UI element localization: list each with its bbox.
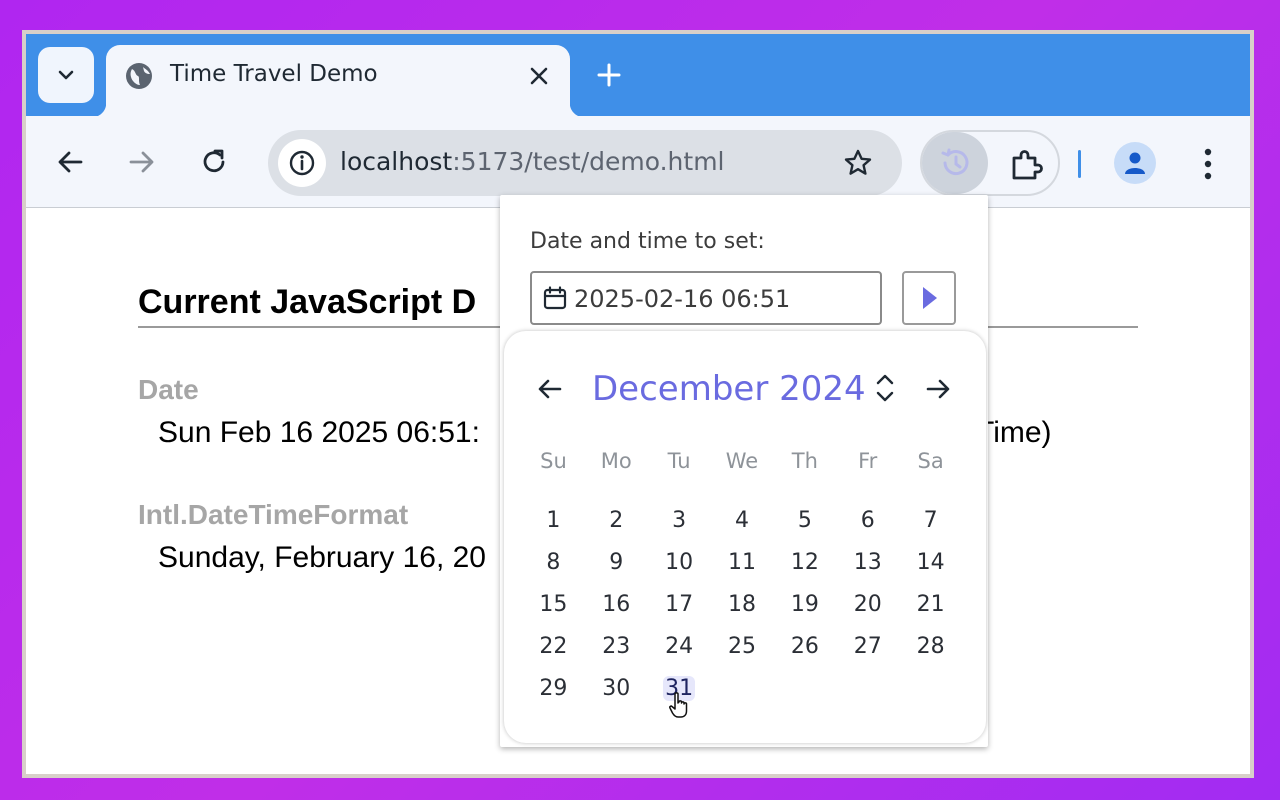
arrow-right-icon	[129, 151, 154, 173]
calendar-day[interactable]: 18	[711, 589, 774, 621]
url-host: localhost	[340, 147, 453, 176]
calendar-day[interactable]: 21	[899, 589, 962, 621]
calendar-day[interactable]: 7	[899, 505, 962, 537]
arrow-right-icon[interactable]	[924, 375, 952, 403]
calendar-day-empty	[773, 673, 836, 705]
profile-button[interactable]	[1114, 142, 1156, 184]
reload-button[interactable]	[194, 142, 234, 182]
arrow-left-icon	[58, 151, 83, 173]
calendar-day-empty	[711, 673, 774, 705]
calendar-day[interactable]: 14	[899, 547, 962, 579]
calendar-day[interactable]: 26	[773, 631, 836, 663]
back-button[interactable]	[50, 142, 90, 182]
time-travel-extension-button[interactable]	[922, 132, 988, 194]
star-icon[interactable]	[842, 147, 874, 179]
calendar-day[interactable]: 5	[773, 505, 836, 537]
clock-history-icon	[941, 148, 969, 176]
calendar-day[interactable]: 13	[836, 547, 899, 579]
calendar-day[interactable]: 27	[836, 631, 899, 663]
weekday-label: Su	[540, 449, 567, 473]
calendar-day[interactable]: 4	[711, 505, 774, 537]
calendar-day[interactable]: 16	[585, 589, 648, 621]
weekday-label: Th	[791, 449, 818, 473]
play-icon	[923, 287, 937, 309]
calendar-day[interactable]: 10	[648, 547, 711, 579]
calendar-picker: December 2024 Su Mo Tu We Th Fr Sa 1 2 3…	[504, 331, 986, 743]
browser-window: Time Travel Demo localhost:5173/test/dem…	[22, 30, 1254, 778]
calendar-day[interactable]: 2	[585, 505, 648, 537]
popup-label: Date and time to set:	[530, 229, 765, 254]
person-icon	[1125, 152, 1145, 174]
tab-active[interactable]: Time Travel Demo	[92, 45, 584, 117]
calendar-day[interactable]: 12	[773, 547, 836, 579]
tab-strip: Time Travel Demo	[26, 34, 1250, 117]
extensions-group	[920, 130, 1060, 196]
calendar-month-year[interactable]: December 2024	[592, 369, 866, 409]
address-bar[interactable]: localhost:5173/test/demo.html	[268, 130, 902, 196]
weekday-label: Sa	[917, 449, 944, 473]
url-text: localhost:5173/test/demo.html	[340, 147, 725, 176]
calendar-day[interactable]: 28	[899, 631, 962, 663]
arrow-left-icon[interactable]	[536, 375, 564, 403]
toolbar-divider	[1078, 150, 1081, 178]
calendar-day[interactable]: 23	[585, 631, 648, 663]
chevron-down-icon	[58, 70, 74, 80]
weekday-label: Fr	[858, 449, 878, 473]
calendar-day[interactable]: 17	[648, 589, 711, 621]
weekday-header: Su Mo Tu We Th Fr Sa	[522, 449, 962, 473]
date-label: Date	[138, 374, 199, 405]
calendar-day[interactable]: 24	[648, 631, 711, 663]
site-info-button[interactable]	[278, 139, 326, 187]
calendar-week: 29 30 31	[522, 673, 962, 705]
calendar-day[interactable]: 11	[711, 547, 774, 579]
globe-icon	[126, 63, 152, 89]
puzzle-icon[interactable]	[1008, 146, 1044, 182]
datetime-input-value: 2025-02-16 06:51	[574, 285, 791, 313]
calendar-day[interactable]: 25	[711, 631, 774, 663]
weekday-label: We	[725, 449, 759, 473]
datetime-input[interactable]: 2025-02-16 06:51	[530, 271, 882, 325]
apply-time-button[interactable]	[902, 271, 956, 325]
calendar-day[interactable]: 22	[522, 631, 585, 663]
calendar-day[interactable]: 30	[585, 673, 648, 705]
intl-value: Sunday, February 16, 20	[158, 541, 486, 574]
tab-title: Time Travel Demo	[170, 61, 378, 87]
info-icon	[289, 150, 315, 176]
calendar-day[interactable]: 6	[836, 505, 899, 537]
calendar-week: 8 9 10 11 12 13 14	[522, 547, 962, 579]
weekday-label: Tu	[667, 449, 691, 473]
calendar-week: 22 23 24 25 26 27 28	[522, 631, 962, 663]
date-value: Sun Feb 16 2025 06:51:	[158, 416, 480, 449]
calendar-day[interactable]: 29	[522, 673, 585, 705]
calendar-icon[interactable]	[542, 285, 568, 311]
plus-icon[interactable]	[594, 60, 624, 90]
url-path: :5173/test/demo.html	[452, 147, 725, 176]
tab-search-button[interactable]	[38, 47, 94, 103]
intl-label: Intl.DateTimeFormat	[138, 499, 409, 530]
calendar-day-empty	[836, 673, 899, 705]
calendar-week: 15 16 17 18 19 20 21	[522, 589, 962, 621]
hand-pointer-icon	[669, 692, 688, 718]
calendar-week: 1 2 3 4 5 6 7	[522, 505, 962, 537]
extension-popup: Date and time to set: 2025-02-16 06:51 D…	[500, 195, 988, 747]
calendar-day-empty	[899, 673, 962, 705]
calendar-day[interactable]: 15	[522, 589, 585, 621]
calendar-day[interactable]: 9	[585, 547, 648, 579]
forward-button[interactable]	[122, 142, 162, 182]
close-icon[interactable]	[526, 63, 552, 89]
weekday-label: Mo	[600, 449, 632, 473]
reload-icon	[203, 149, 225, 173]
calendar-day[interactable]: 20	[836, 589, 899, 621]
kebab-menu-icon[interactable]	[1190, 144, 1226, 184]
calendar-day[interactable]: 1	[522, 505, 585, 537]
calendar-day[interactable]: 19	[773, 589, 836, 621]
chevron-up-down-icon[interactable]	[874, 371, 896, 405]
calendar-day[interactable]: 3	[648, 505, 711, 537]
calendar-day[interactable]: 8	[522, 547, 585, 579]
